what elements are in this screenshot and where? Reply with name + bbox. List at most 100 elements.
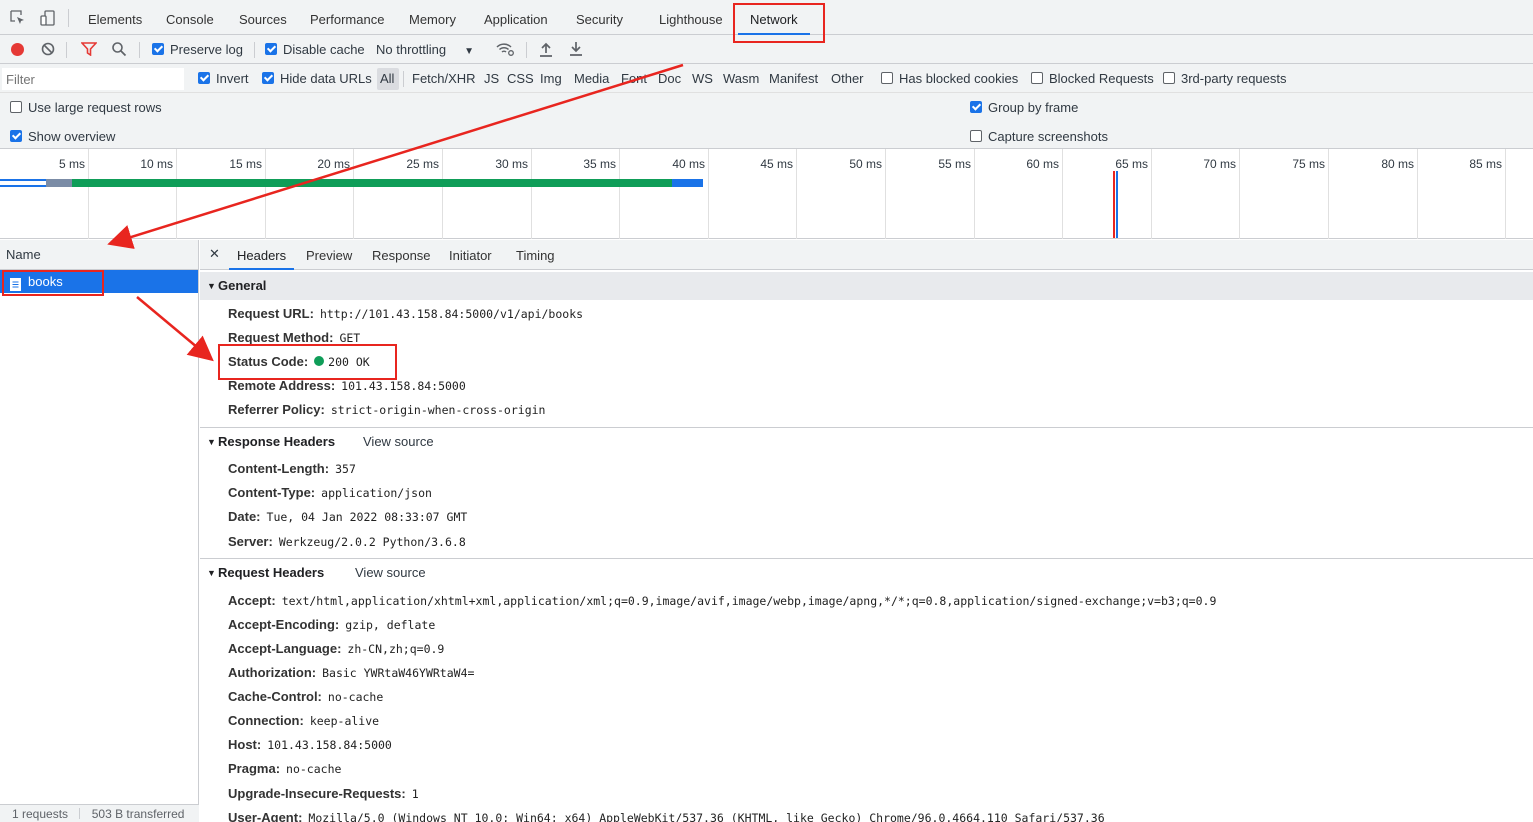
view-source-link[interactable]: View source (363, 428, 434, 456)
header-value: http://101.43.158.84:5000/v1/api/books (319, 307, 584, 321)
timeline-bar-download (672, 179, 703, 187)
tab-response[interactable]: Response (372, 240, 431, 270)
timeline-overview[interactable]: 5 ms 10 ms 15 ms 20 ms 25 ms 30 ms 35 ms 40 ms 4… (0, 149, 1533, 239)
header-key: Pragma: (228, 761, 281, 776)
expand-triangle-icon: ▼ (207, 568, 216, 578)
header-value: no-cache (327, 690, 384, 704)
search-icon[interactable] (111, 41, 127, 60)
checkbox-icon[interactable] (152, 43, 164, 55)
request-row[interactable]: books (0, 270, 198, 293)
request-count: 1 requests (12, 807, 69, 821)
filter-separator (403, 71, 404, 87)
tab-application[interactable]: Application (484, 0, 548, 35)
inspect-element-icon[interactable] (10, 10, 26, 26)
tab-console[interactable]: Console (166, 0, 214, 35)
tab-elements[interactable]: Elements (88, 0, 142, 35)
group-by-frame-checkbox[interactable]: Group by frame (970, 100, 1078, 115)
invert-checkbox[interactable]: Invert (198, 71, 249, 86)
status-code-row: Status Code: 200 OK (228, 354, 370, 369)
response-headers-section-header[interactable]: ▼ Response Headers View source (200, 428, 1533, 456)
type-filter-js[interactable]: JS (484, 71, 499, 86)
header-key: Request Method: (228, 330, 334, 345)
header-row: Server: Werkzeug/2.0.2 Python/3.6.8 (228, 534, 466, 549)
header-key: Accept-Encoding: (228, 617, 340, 632)
request-headers-section-header[interactable]: ▼ Request Headers View source (200, 559, 1533, 587)
request-details: ✕ Headers Preview Response Initiator Tim… (200, 240, 1533, 822)
export-har-icon[interactable] (569, 41, 583, 60)
header-row: Request Method: GET (228, 330, 360, 345)
checkbox-icon[interactable] (262, 72, 274, 84)
name-column-header[interactable]: Name (0, 240, 198, 270)
filter-icon[interactable] (80, 42, 98, 59)
filter-input[interactable] (2, 68, 184, 90)
header-key: Referrer Policy: (228, 402, 325, 417)
network-conditions-icon[interactable] (495, 41, 515, 60)
general-section-header[interactable]: ▼ General (200, 272, 1533, 300)
details-tab-bar: ✕ Headers Preview Response Initiator Tim… (200, 240, 1533, 270)
header-value: 200 OK (328, 355, 370, 369)
device-toolbar-icon[interactable] (40, 10, 56, 26)
checkbox-icon[interactable] (198, 72, 210, 84)
checkbox-icon[interactable] (970, 101, 982, 113)
tab-initiator[interactable]: Initiator (449, 240, 492, 270)
show-overview-checkbox[interactable]: Show overview (10, 129, 115, 144)
toolbar-separator (66, 42, 67, 58)
view-source-link[interactable]: View source (355, 559, 426, 587)
type-filter-manifest[interactable]: Manifest (769, 71, 818, 86)
type-filter-fetch-xhr[interactable]: Fetch/XHR (412, 71, 476, 86)
close-icon[interactable]: ✕ (209, 246, 220, 262)
tab-network[interactable]: Network (738, 0, 810, 35)
type-filter-wasm[interactable]: Wasm (723, 71, 759, 86)
header-value: Basic YWRtaW46YWRtaW4= (322, 666, 475, 680)
type-filter-ws[interactable]: WS (692, 71, 713, 86)
blocked-cookies-label: Has blocked cookies (899, 71, 1019, 86)
type-filter-font[interactable]: Font (621, 71, 647, 86)
tab-performance[interactable]: Performance (310, 0, 384, 35)
checkbox-icon[interactable] (10, 101, 22, 113)
import-har-icon[interactable] (539, 41, 553, 60)
hide-data-urls-checkbox[interactable]: Hide data URLs (262, 71, 372, 86)
blocked-requests-checkbox[interactable]: Blocked Requests (1031, 71, 1154, 86)
tab-timing[interactable]: Timing (516, 240, 555, 270)
expand-triangle-icon: ▼ (207, 437, 216, 447)
header-row: Host: 101.43.158.84:5000 (228, 737, 392, 752)
capture-screenshots-checkbox[interactable]: Capture screenshots (970, 129, 1108, 144)
preserve-log-checkbox[interactable]: Preserve log (152, 42, 243, 57)
record-icon[interactable] (11, 43, 24, 56)
throttling-select[interactable]: No throttling ▼ (376, 42, 474, 57)
checkbox-icon[interactable] (970, 130, 982, 142)
header-value: Tue, 04 Jan 2022 08:33:07 GMT (266, 510, 468, 524)
type-filter-css[interactable]: CSS (507, 71, 534, 86)
checkbox-icon[interactable] (1031, 72, 1043, 84)
blocked-cookies-checkbox[interactable]: Has blocked cookies (881, 71, 1018, 86)
type-filter-doc[interactable]: Doc (658, 71, 681, 86)
header-value: gzip, deflate (345, 618, 436, 632)
header-value: application/json (321, 486, 432, 500)
header-key: Remote Address: (228, 378, 336, 393)
third-party-checkbox[interactable]: 3rd-party requests (1163, 71, 1287, 86)
type-filter-media[interactable]: Media (574, 71, 609, 86)
checkbox-icon[interactable] (265, 43, 277, 55)
type-filter-img[interactable]: Img (540, 71, 562, 86)
checkbox-icon[interactable] (881, 72, 893, 84)
tab-sources[interactable]: Sources (239, 0, 287, 35)
clear-icon[interactable] (41, 42, 55, 59)
header-row: Upgrade-Insecure-Requests: 1 (228, 786, 419, 801)
tab-security[interactable]: Security (576, 0, 623, 35)
throttling-value: No throttling (376, 42, 447, 57)
tab-headers[interactable]: Headers (229, 240, 295, 270)
header-key: Authorization: (228, 665, 317, 680)
checkbox-icon[interactable] (1163, 72, 1175, 84)
type-filter-all[interactable]: All (380, 71, 394, 86)
header-value: GET (339, 331, 361, 345)
tab-preview[interactable]: Preview (306, 240, 352, 270)
checkbox-icon[interactable] (10, 130, 22, 142)
tab-memory[interactable]: Memory (409, 0, 456, 35)
header-value: 101.43.158.84:5000 (267, 738, 392, 752)
large-rows-checkbox[interactable]: Use large request rows (10, 100, 162, 115)
tab-lighthouse[interactable]: Lighthouse (659, 0, 723, 35)
header-row: Accept-Language: zh-CN,zh;q=0.9 (228, 641, 444, 656)
toolbar-separator (254, 42, 255, 58)
type-filter-other[interactable]: Other (831, 71, 864, 86)
disable-cache-checkbox[interactable]: Disable cache (265, 42, 365, 57)
